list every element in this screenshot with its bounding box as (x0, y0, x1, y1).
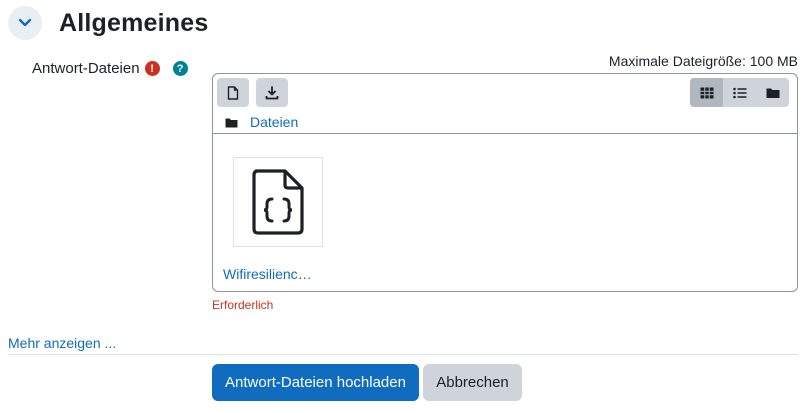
folder-icon (225, 118, 238, 127)
download-all-button[interactable] (256, 78, 288, 107)
max-file-size: Maximale Dateigröße: 100 MB (608, 53, 798, 69)
view-tree-button[interactable] (756, 78, 789, 107)
file-name-link[interactable]: Wifiresilienc… (223, 266, 312, 282)
file-manager: Dateien Wifiresilienc… (212, 73, 798, 292)
chevron-down-icon (18, 18, 32, 27)
collapse-toggle-button[interactable] (8, 6, 42, 40)
section-header: Allgemeines (8, 5, 208, 41)
view-list-button[interactable] (723, 78, 756, 107)
divider (213, 133, 797, 134)
grid-view-icon (700, 87, 713, 98)
divider (8, 354, 798, 355)
breadcrumb: Dateien (225, 114, 298, 130)
help-icon[interactable]: ? (172, 61, 188, 76)
file-thumbnail[interactable] (233, 157, 323, 247)
file-icon (227, 85, 239, 100)
section-title: Allgemeines (59, 8, 209, 37)
field-label-row: Antwort-Dateien ! ? (32, 60, 188, 77)
folder-icon (766, 88, 779, 98)
view-mode-group (690, 78, 789, 107)
file-code-icon (252, 169, 304, 235)
required-icon: ! (144, 61, 160, 76)
required-error-message: Erforderlich (212, 298, 274, 312)
add-file-button[interactable] (217, 78, 249, 107)
field-label: Antwort-Dateien (32, 60, 140, 77)
file-manager-toolbar (217, 78, 793, 108)
cancel-button[interactable]: Abbrechen (423, 364, 522, 401)
breadcrumb-files-link[interactable]: Dateien (250, 114, 298, 130)
list-view-icon (732, 87, 746, 98)
upload-submit-button[interactable]: Antwort-Dateien hochladen (212, 364, 419, 401)
download-icon (265, 85, 279, 99)
show-more-link[interactable]: Mehr anzeigen ... (8, 335, 116, 351)
view-grid-button[interactable] (690, 78, 723, 107)
